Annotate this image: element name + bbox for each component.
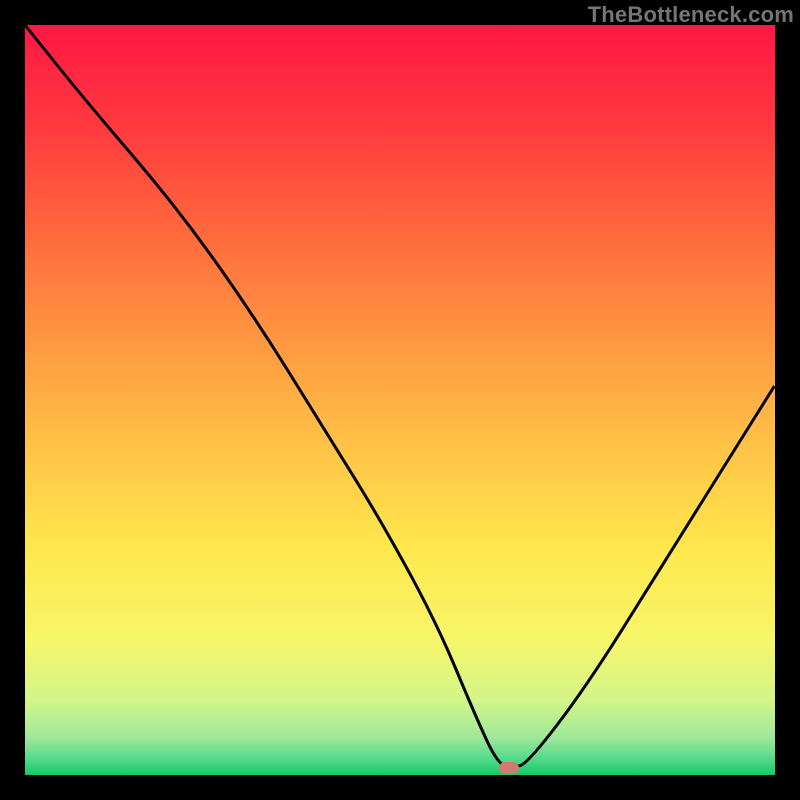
bottleneck-curve — [25, 25, 775, 767]
optimal-point-marker — [499, 762, 519, 774]
chart-frame: TheBottleneck.com — [0, 0, 800, 800]
plot-area — [25, 25, 775, 775]
watermark-text: TheBottleneck.com — [588, 2, 794, 28]
curve-layer — [25, 25, 775, 775]
